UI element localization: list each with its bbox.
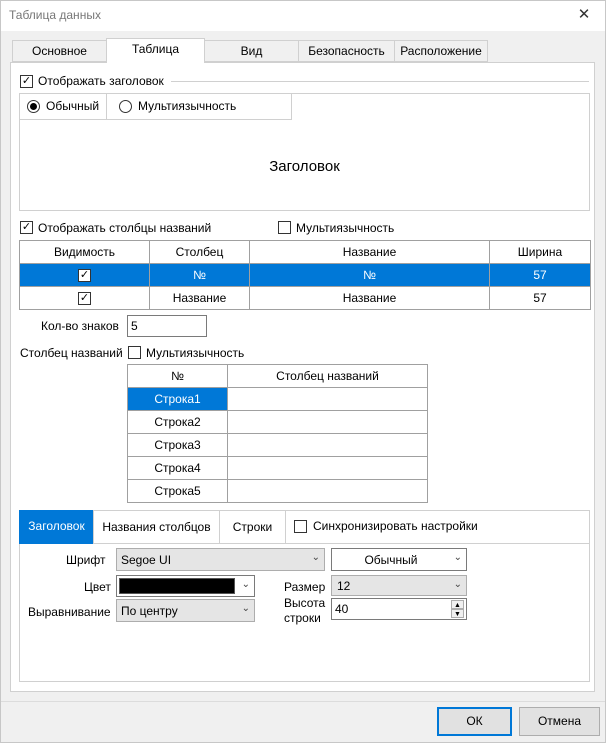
row-value-cell[interactable] <box>227 387 428 411</box>
names-header-number: № <box>127 364 228 388</box>
char-count-input[interactable]: 5 <box>127 315 207 337</box>
column-cell[interactable]: № <box>149 263 250 287</box>
cancel-button[interactable]: Отмена <box>519 707 600 736</box>
tab-view[interactable]: Вид <box>204 40 299 62</box>
tab-location[interactable]: Расположение <box>394 40 488 62</box>
style-tab-column-names[interactable]: Названия столбцов <box>93 510 220 544</box>
chevron-down-icon: ⌄ <box>241 603 250 614</box>
col-header-width: Ширина <box>489 240 591 264</box>
chevron-down-icon: ⌄ <box>453 579 462 590</box>
table-row[interactable]: Строка3 <box>127 433 428 457</box>
radio-multilang[interactable] <box>119 100 132 113</box>
color-label: Цвет <box>84 580 111 594</box>
name-cell[interactable]: № <box>249 263 490 287</box>
columns-multilang-label: Мультиязычность <box>296 221 395 235</box>
sync-checkbox[interactable] <box>294 520 307 533</box>
tab-table[interactable]: Таблица <box>106 38 205 63</box>
columns-multilang-checkbox[interactable] <box>278 221 291 234</box>
names-table: № Столбец названий Строка1 Строка2 Строк… <box>127 364 428 503</box>
col-header-visibility: Видимость <box>19 240 150 264</box>
table-row[interactable]: ✓ Название Название 57 <box>19 286 591 310</box>
columns-table-header: Видимость Столбец Название Ширина <box>19 240 591 264</box>
row-height-label-1: Высота <box>284 596 326 610</box>
row-value-cell[interactable] <box>227 479 428 503</box>
spin-up-icon[interactable]: ▲ <box>451 600 464 609</box>
table-row[interactable]: Строка5 <box>127 479 428 503</box>
radio-normal[interactable] <box>27 100 40 113</box>
columns-table: Видимость Столбец Название Ширина ✓ № № … <box>19 240 591 310</box>
size-select[interactable]: 12 ⌄ <box>331 575 467 596</box>
name-cell[interactable]: Название <box>249 286 490 310</box>
tab-basic[interactable]: Основное <box>12 40 107 62</box>
style-tab-rows[interactable]: Строки <box>219 510 286 544</box>
font-label: Шрифт <box>66 553 106 567</box>
sync-label: Синхронизировать настройки <box>313 519 478 533</box>
column-cell[interactable]: Название <box>149 286 250 310</box>
names-table-header: № Столбец названий <box>127 364 428 388</box>
row-height-label-2: строки <box>284 611 321 625</box>
tab-security[interactable]: Безопасность <box>298 40 395 62</box>
chevron-down-icon: ⌄ <box>453 552 462 563</box>
footer-divider <box>1 701 605 702</box>
separator-line <box>171 81 589 82</box>
row-visible-checkbox[interactable]: ✓ <box>78 292 91 306</box>
close-icon[interactable]: ✕ <box>574 5 594 25</box>
spin-down-icon[interactable]: ▼ <box>451 609 464 618</box>
font-style-value: Обычный <box>364 553 418 567</box>
visibility-cell[interactable]: ✓ <box>19 263 150 287</box>
table-row[interactable]: Строка2 <box>127 410 428 434</box>
row-height-input[interactable]: 40 <box>331 598 467 620</box>
ok-button[interactable]: ОК <box>437 707 512 736</box>
table-row[interactable]: Строка4 <box>127 456 428 480</box>
size-value: 12 <box>337 579 351 593</box>
show-header-label: Отображать заголовок <box>38 74 164 88</box>
table-row[interactable]: ✓ № № 57 <box>19 263 591 287</box>
align-select[interactable]: По центру ⌄ <box>116 599 255 622</box>
size-label: Размер <box>284 580 326 594</box>
visibility-cell[interactable]: ✓ <box>19 286 150 310</box>
names-column-label: Столбец названий <box>20 346 123 360</box>
radio-normal-label: Обычный <box>46 99 100 113</box>
row-value-cell[interactable] <box>227 433 428 457</box>
show-header-checkbox[interactable]: ✓ <box>20 75 33 88</box>
color-select[interactable]: ⌄ <box>116 575 255 597</box>
font-select-value: Segoe UI <box>121 553 172 567</box>
names-multilang-label: Мультиязычность <box>146 346 245 360</box>
style-tab-header[interactable]: Заголовок <box>19 510 94 544</box>
show-columns-checkbox[interactable]: ✓ <box>20 221 33 234</box>
row-value-cell[interactable] <box>227 410 428 434</box>
show-columns-label: Отображать столбцы названий <box>38 221 212 235</box>
table-row[interactable]: Строка1 <box>127 387 428 411</box>
row-height-value: 40 <box>335 602 349 616</box>
color-swatch <box>119 578 235 594</box>
align-value: По центру <box>121 604 178 618</box>
char-count-label: Кол-во знаков <box>41 319 119 333</box>
names-header-title: Столбец названий <box>227 364 428 388</box>
font-select[interactable]: Segoe UI ⌄ <box>116 548 325 571</box>
window-title: Таблица данных <box>9 8 101 22</box>
font-style-select[interactable]: Обычный ⌄ <box>331 548 467 571</box>
align-label: Выравнивание <box>28 605 111 619</box>
row-visible-checkbox[interactable]: ✓ <box>78 269 91 283</box>
chevron-down-icon: ⌄ <box>311 552 320 563</box>
row-value-cell[interactable] <box>227 456 428 480</box>
radio-multilang-label: Мультиязычность <box>138 99 237 113</box>
row-label-cell[interactable]: Строка2 <box>127 410 228 434</box>
chevron-down-icon: ⌄ <box>241 579 250 590</box>
names-multilang-checkbox[interactable] <box>128 346 141 359</box>
row-label-cell[interactable]: Строка3 <box>127 433 228 457</box>
row-label-cell[interactable]: Строка4 <box>127 456 228 480</box>
width-cell[interactable]: 57 <box>489 263 591 287</box>
col-header-name: Название <box>249 240 490 264</box>
row-label-cell[interactable]: Строка5 <box>127 479 228 503</box>
width-cell[interactable]: 57 <box>489 286 591 310</box>
header-preview-text: Заголовок <box>269 158 340 175</box>
col-header-column: Столбец <box>149 240 250 264</box>
row-label-cell[interactable]: Строка1 <box>127 387 228 411</box>
